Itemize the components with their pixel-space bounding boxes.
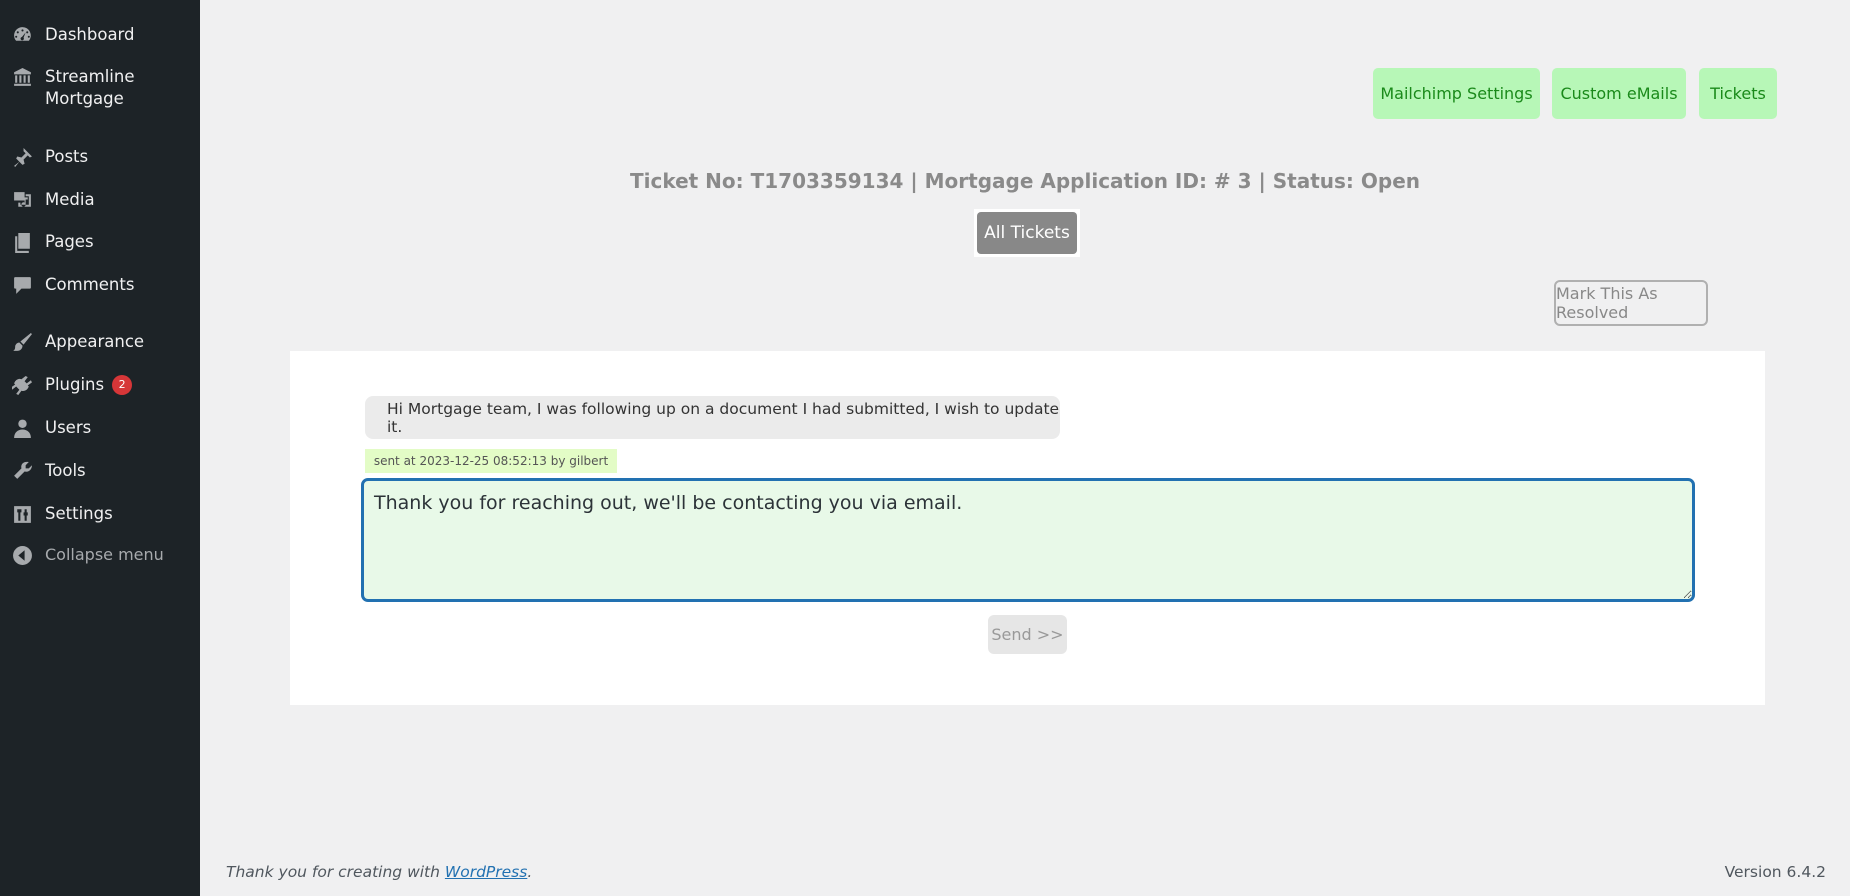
custom-emails-button[interactable]: Custom eMails — [1552, 68, 1686, 119]
sidebar-item-posts[interactable]: Posts — [0, 146, 200, 168]
footer-thanks-suffix: . — [527, 863, 533, 881]
wrench-icon — [0, 460, 45, 482]
admin-sidebar: Dashboard Streamline Mortgage Posts Medi… — [0, 0, 200, 896]
ticket-title: Ticket No: T1703359134 | Mortgage Applic… — [629, 169, 1421, 193]
bank-icon — [0, 66, 45, 88]
collapse-menu-button[interactable]: Collapse menu — [0, 544, 200, 566]
comment-icon — [0, 274, 45, 296]
sidebar-item-plugins[interactable]: Plugins 2 — [0, 374, 200, 396]
message-meta: sent at 2023-12-25 08:52:13 by gilbert — [365, 449, 617, 473]
message-bubble: Hi Mortgage team, I was following up on … — [365, 396, 1060, 439]
sidebar-item-label: Media — [45, 190, 95, 209]
sidebar-item-label: Dashboard — [45, 25, 135, 44]
sidebar-item-label: Posts — [45, 147, 89, 166]
sidebar-item-label: Users — [45, 418, 92, 437]
footer-thanks-prefix: Thank you for creating with — [226, 863, 445, 881]
pin-icon — [0, 146, 45, 168]
send-button[interactable]: Send >> — [988, 615, 1067, 654]
sidebar-item-label: Appearance — [45, 332, 145, 351]
dashboard-icon — [0, 24, 45, 46]
sidebar-item-label: Settings — [45, 504, 113, 523]
sidebar-item-comments[interactable]: Comments — [0, 274, 200, 296]
sidebar-item-pages[interactable]: Pages — [0, 231, 200, 253]
sidebar-item-label: Comments — [45, 275, 135, 294]
media-icon — [0, 189, 45, 211]
sidebar-item-label: Plugins 2 — [45, 374, 200, 396]
mailchimp-settings-button[interactable]: Mailchimp Settings — [1373, 68, 1540, 119]
user-icon — [0, 417, 45, 439]
sidebar-item-media[interactable]: Media — [0, 189, 200, 211]
plugins-label: Plugins — [45, 375, 105, 394]
sidebar-item-streamline-mortgage[interactable]: Streamline Mortgage — [0, 66, 200, 110]
sidebar-item-settings[interactable]: Settings — [0, 503, 200, 525]
reply-textarea[interactable]: Thank you for reaching out, we'll be con… — [361, 478, 1695, 602]
plugin-icon — [0, 374, 45, 396]
sidebar-item-tools[interactable]: Tools — [0, 460, 200, 482]
pages-icon — [0, 231, 45, 253]
sidebar-item-label: Streamline Mortgage — [45, 67, 135, 108]
mark-resolved-button[interactable]: Mark This As Resolved — [1554, 280, 1708, 326]
brush-icon — [0, 331, 45, 353]
collapse-menu-label: Collapse menu — [45, 545, 164, 564]
sidebar-item-label: Tools — [45, 461, 86, 480]
settings-icon — [0, 503, 45, 525]
version-label: Version 6.4.2 — [1724, 863, 1826, 881]
all-tickets-wrapper: All Tickets — [974, 209, 1080, 257]
sidebar-item-appearance[interactable]: Appearance — [0, 331, 200, 353]
tickets-button[interactable]: Tickets — [1699, 68, 1777, 119]
footer-thanks: Thank you for creating with WordPress. — [226, 863, 532, 881]
sidebar-item-dashboard[interactable]: Dashboard — [0, 24, 200, 46]
all-tickets-button[interactable]: All Tickets — [977, 212, 1077, 254]
sidebar-item-users[interactable]: Users — [0, 417, 200, 439]
collapse-arrow-icon — [0, 544, 45, 566]
update-count-badge: 2 — [112, 374, 133, 395]
wordpress-link[interactable]: WordPress — [445, 863, 527, 881]
sidebar-item-label: Pages — [45, 232, 94, 251]
